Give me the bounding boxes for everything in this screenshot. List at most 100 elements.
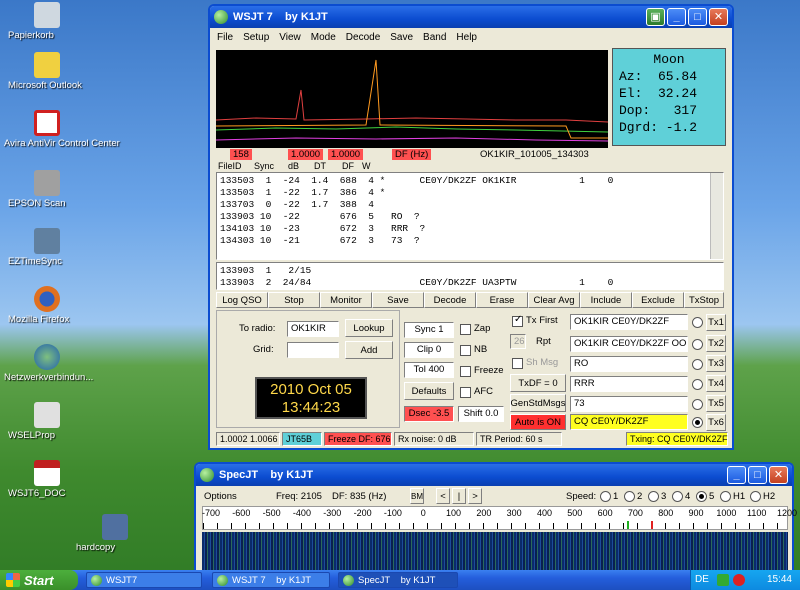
menu-setup[interactable]: Setup (243, 32, 269, 43)
start-button[interactable]: Start (0, 570, 78, 590)
tx6-radio[interactable] (692, 417, 703, 428)
tx-message-1[interactable]: OK1KIR CE0Y/DK2ZF (570, 314, 688, 330)
rpt-input[interactable]: 26 (510, 334, 526, 349)
desktop-icon-network[interactable]: Netzwerkverbindun... (4, 344, 93, 383)
desktop-icon-hardcopy[interactable]: hardcopy (76, 514, 154, 553)
sync-spinner[interactable]: Sync 1 (404, 322, 454, 338)
menu-view[interactable]: View (279, 32, 301, 43)
desktop-icon-wsjt6-doc[interactable]: WSJT6_DOC (8, 460, 86, 499)
clip-spinner[interactable]: Clip 0 (404, 342, 454, 358)
monitor-button[interactable]: Monitor (320, 292, 372, 308)
desktop-icon-epson-scan[interactable]: EPSON Scan (8, 170, 86, 209)
menu-mode[interactable]: Mode (311, 32, 336, 43)
stop-button[interactable]: Stop (268, 292, 320, 308)
include-button[interactable]: Include (580, 292, 632, 308)
tx6-button[interactable]: Tx6 (706, 414, 726, 431)
specjt-options-menu[interactable]: Options (204, 491, 237, 502)
defaults-button[interactable]: Defaults (404, 382, 454, 400)
speed-1-radio[interactable] (600, 491, 611, 502)
desktop-icon-eztimesync[interactable]: EZTimeSync (8, 228, 86, 267)
tx4-button[interactable]: Tx4 (706, 375, 726, 392)
network-tray-icon[interactable] (717, 574, 729, 586)
decoded-scrollbar[interactable] (710, 173, 723, 259)
speed-2-radio[interactable] (624, 491, 635, 502)
erase-button[interactable]: Erase (476, 292, 528, 308)
tx-message-5[interactable]: 73 (570, 396, 688, 412)
desktop-icon-wselprop[interactable]: WSELProp (8, 402, 86, 441)
grid-input[interactable] (287, 342, 339, 358)
speed-h1-radio[interactable] (720, 491, 731, 502)
tx2-radio[interactable] (692, 339, 703, 350)
gen-std-msgs-button[interactable]: GenStdMsgs (510, 394, 566, 412)
tx5-radio[interactable] (692, 399, 703, 410)
average-text-area[interactable]: 133903 1 2/15 133903 2 24/84 CE0Y/DK2ZF … (216, 262, 724, 290)
antivirus-tray-icon[interactable] (733, 574, 745, 586)
to-radio-input[interactable]: OK1KIR (287, 321, 339, 337)
speed-3-radio[interactable] (648, 491, 659, 502)
decode-button[interactable]: Decode (424, 292, 476, 308)
log-qso-button[interactable]: Log QSO (216, 292, 268, 308)
speed-5-radio[interactable] (696, 491, 707, 502)
specjt-center-button[interactable]: | (452, 488, 466, 504)
tx-message-4[interactable]: RRR (570, 376, 688, 392)
auto-on-button[interactable]: Auto is ON (510, 414, 566, 430)
afc-checkbox[interactable] (460, 387, 471, 398)
tx2-button[interactable]: Tx2 (706, 335, 726, 352)
language-indicator[interactable]: DE (695, 574, 709, 585)
exclude-button[interactable]: Exclude (632, 292, 684, 308)
tx1-button[interactable]: Tx1 (706, 314, 726, 331)
speed-4-radio[interactable] (672, 491, 683, 502)
speed-h2-radio[interactable] (750, 491, 761, 502)
print-icon[interactable]: ▣ (646, 8, 665, 26)
specjt-minimize-button[interactable]: _ (727, 466, 746, 484)
spectrum-graph[interactable] (215, 50, 609, 148)
desktop-icon-outlook[interactable]: Microsoft Outlook (8, 52, 86, 91)
menu-help[interactable]: Help (456, 32, 477, 43)
bm-button[interactable]: BM (410, 488, 424, 504)
nb-checkbox[interactable] (460, 345, 471, 356)
tx-first-checkbox[interactable]: ✓ (512, 314, 523, 327)
zap-checkbox[interactable] (460, 324, 471, 335)
specjt-maximize-button[interactable]: □ (748, 466, 767, 484)
minimize-button[interactable]: _ (667, 8, 686, 26)
tx5-button[interactable]: Tx5 (706, 395, 726, 412)
specjt-titlebar[interactable]: SpecJT by K1JT _ □ ✕ (196, 464, 792, 486)
waterfall-display[interactable] (202, 532, 788, 572)
shift-value[interactable]: Shift 0.0 (458, 406, 504, 422)
maximize-button[interactable]: □ (688, 8, 707, 26)
desktop-icon-recycle-bin[interactable]: Papierkorb (8, 2, 86, 41)
tx-message-6[interactable]: CQ CE0Y/DK2ZF (570, 414, 688, 430)
tx4-radio[interactable] (692, 379, 703, 390)
freeze-checkbox[interactable] (460, 366, 471, 377)
wsjt-titlebar[interactable]: WSJT 7 by K1JT ▣ _ □ ✕ (210, 6, 732, 28)
txstop-button[interactable]: TxStop (684, 292, 724, 308)
dsec-value[interactable]: Dsec -3.5 (404, 406, 454, 422)
specjt-next-button[interactable]: > (468, 488, 482, 504)
tol-spinner[interactable]: Tol 400 (404, 362, 454, 378)
desktop-icon-firefox[interactable]: Mozilla Firefox (8, 286, 86, 325)
menu-file[interactable]: File (217, 32, 233, 43)
save-button[interactable]: Save (372, 292, 424, 308)
close-button[interactable]: ✕ (709, 8, 728, 26)
menu-band[interactable]: Band (423, 32, 446, 43)
tx-message-3[interactable]: RO (570, 356, 688, 372)
task-wsjt7[interactable]: WSJT7 (86, 572, 202, 588)
sh-msg-checkbox[interactable] (512, 358, 523, 369)
specjt-freq: Freq: 2105 (276, 491, 322, 502)
add-button[interactable]: Add (345, 341, 393, 359)
menu-save[interactable]: Save (390, 32, 413, 43)
task-specjt-window[interactable]: SpecJT by K1JT (338, 572, 458, 588)
lookup-button[interactable]: Lookup (345, 319, 393, 337)
tx1-radio[interactable] (692, 317, 703, 328)
specjt-close-button[interactable]: ✕ (769, 466, 788, 484)
menu-decode[interactable]: Decode (346, 32, 380, 43)
decoded-text-area[interactable]: 133503 1 -24 1.4 688 4 * CE0Y/DK2ZF OK1K… (216, 172, 724, 260)
task-wsjt-window[interactable]: WSJT 7 by K1JT (212, 572, 330, 588)
tx3-button[interactable]: Tx3 (706, 355, 726, 372)
specjt-prev-button[interactable]: < (436, 488, 450, 504)
tx3-radio[interactable] (692, 359, 703, 370)
txdf-button[interactable]: TxDF = 0 (510, 374, 566, 392)
desktop-icon-avira[interactable]: Avira AntiVir Control Center (4, 110, 120, 149)
tx-message-2[interactable]: OK1KIR CE0Y/DK2ZF OOO (570, 336, 688, 352)
clear-avg-button[interactable]: Clear Avg (528, 292, 580, 308)
